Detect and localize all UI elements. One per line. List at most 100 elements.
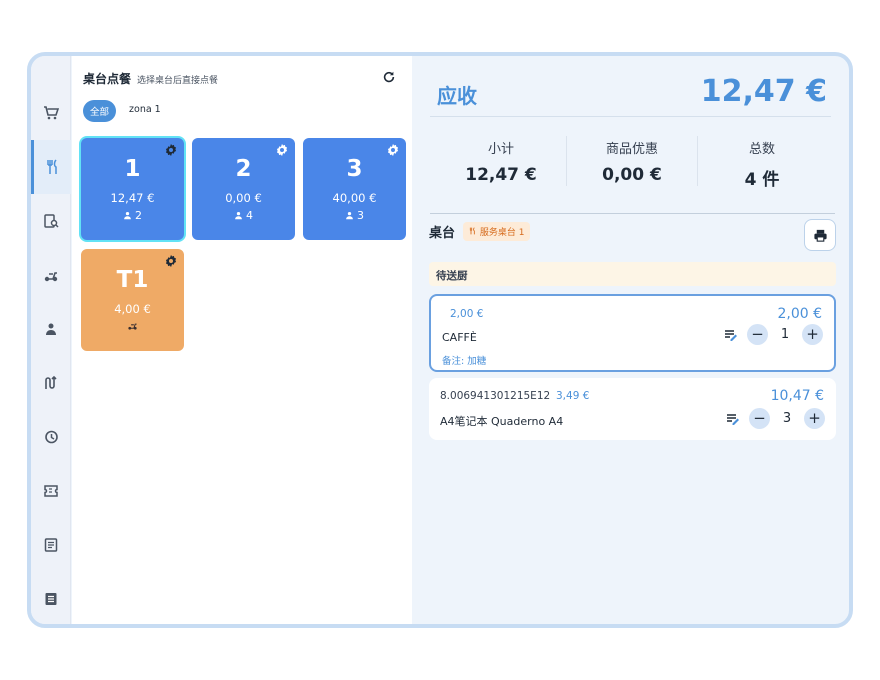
nav-route[interactable] <box>31 356 71 410</box>
table-tile-3[interactable]: 3 40,00 € 3 <box>303 138 406 240</box>
app-frame: 桌台点餐 选择桌台后直接点餐 全部 zona 1 1 12,47 € 2 2 0… <box>27 52 853 628</box>
person-icon <box>235 211 242 220</box>
refresh-icon <box>383 71 395 83</box>
gear-icon[interactable] <box>275 143 289 157</box>
table-amount: 12,47 € <box>110 191 155 205</box>
print-button[interactable] <box>804 219 836 251</box>
table-panel-subtitle: 选择桌台后直接点餐 <box>137 76 219 86</box>
order-item[interactable]: 8.006941301215E12 3,49 € 10,47 € A4笔记本 Q… <box>429 378 836 440</box>
receivable-total: 12,47 € <box>700 74 827 109</box>
filter-chip-all[interactable]: 全部 <box>83 100 117 122</box>
table-guest-count: 4 <box>246 209 253 222</box>
stat-label: 小计 <box>487 142 514 157</box>
table-tag-label: 服务桌台 1 <box>479 228 525 238</box>
table-amount: 0,00 € <box>225 191 262 205</box>
stat-count: 总数 4 件 <box>697 138 827 190</box>
item-code: 8.006941301215E12 <box>440 390 551 402</box>
stat-subtotal: 小计 12,47 € <box>436 138 566 185</box>
nav-list[interactable] <box>31 572 71 624</box>
stat-value: 12,47 € <box>465 165 537 185</box>
table-label: 桌台 <box>429 226 456 241</box>
scooter-icon <box>128 323 137 330</box>
utensils-icon <box>469 227 475 235</box>
gear-icon[interactable] <box>164 254 178 268</box>
table-number: T1 <box>116 267 149 293</box>
printer-icon <box>813 229 827 242</box>
stat-value: 0,00 € <box>602 165 662 185</box>
nav-table-order[interactable] <box>31 140 71 194</box>
table-tile-t1[interactable]: T1 4,00 € <box>81 249 184 351</box>
item-line-total: 2,00 € <box>777 306 822 322</box>
nav-members[interactable] <box>31 302 71 356</box>
table-panel: 桌台点餐 选择桌台后直接点餐 全部 zona 1 1 12,47 € 2 2 0… <box>72 56 412 624</box>
edit-note-icon[interactable] <box>725 411 741 427</box>
table-tile-2[interactable]: 2 0,00 € 4 <box>192 138 295 240</box>
stat-value: 4 件 <box>744 170 780 190</box>
nav-order-search[interactable] <box>31 194 71 248</box>
nav-rail <box>31 56 71 624</box>
person-icon <box>124 211 131 220</box>
nav-tickets[interactable] <box>31 464 71 518</box>
table-panel-title: 桌台点餐 <box>83 72 132 86</box>
stat-discount: 商品优惠 0,00 € <box>567 138 697 185</box>
pending-kitchen-header: 待送厨 <box>429 262 836 286</box>
cart-icon <box>44 106 59 120</box>
item-note: 备注: 加糖 <box>442 356 487 367</box>
gear-icon[interactable] <box>386 143 400 157</box>
utensils-icon <box>46 159 57 174</box>
table-number: 1 <box>124 156 141 182</box>
table-amount: 40,00 € <box>332 191 377 205</box>
list-icon <box>45 593 57 605</box>
table-amount: 4,00 € <box>114 302 151 316</box>
table-number: 2 <box>235 156 252 182</box>
item-unit-price: 3,49 € <box>556 390 590 402</box>
nav-history[interactable] <box>31 410 71 464</box>
edit-note-icon[interactable] <box>723 327 739 343</box>
decrease-quantity-button[interactable]: − <box>747 324 768 345</box>
increase-quantity-button[interactable]: + <box>804 408 825 429</box>
history-icon <box>45 430 58 444</box>
gear-icon[interactable] <box>164 143 178 157</box>
divider <box>430 213 835 214</box>
nav-delivery[interactable] <box>31 248 71 302</box>
item-unit-price: 2,00 € <box>450 308 484 320</box>
order-search-icon <box>44 214 59 228</box>
stat-label: 商品优惠 <box>605 142 658 157</box>
item-name: A4笔记本 Quaderno A4 <box>440 415 564 428</box>
table-guests: 2 <box>81 209 184 222</box>
table-panel-header: 桌台点餐 选择桌台后直接点餐 <box>83 70 218 87</box>
table-number: 3 <box>346 156 363 182</box>
table-guest-count: 3 <box>357 209 364 222</box>
nav-documents[interactable] <box>31 518 71 572</box>
item-line-total: 10,47 € <box>770 388 824 404</box>
divider <box>430 116 831 117</box>
refresh-button[interactable] <box>380 68 398 86</box>
route-icon <box>45 375 57 389</box>
zone-filter: 全部 zona 1 <box>83 100 168 122</box>
table-delivery <box>81 320 184 331</box>
item-name: CAFFÈ <box>442 331 477 344</box>
filter-chip-zona-1[interactable]: zona 1 <box>122 100 168 122</box>
receivable-title: 应收 <box>437 84 477 108</box>
table-tile-1[interactable]: 1 12,47 € 2 <box>81 138 184 240</box>
ticket-icon <box>44 485 58 497</box>
nav-cart[interactable] <box>31 86 71 140</box>
person-icon <box>346 211 353 220</box>
scooter-icon <box>44 272 58 282</box>
item-quantity: 3 <box>782 411 792 426</box>
table-guest-count: 2 <box>135 209 142 222</box>
increase-quantity-button[interactable]: + <box>802 324 823 345</box>
item-quantity: 1 <box>780 327 790 342</box>
table-tag: 服务桌台 1 <box>463 222 531 241</box>
order-panel: 应收 12,47 € 小计 12,47 € 商品优惠 0,00 € 总数 4 件… <box>416 56 849 624</box>
users-icon <box>46 323 56 335</box>
order-item[interactable]: 2,00 € 2,00 € CAFFÈ 备注: 加糖 − 1 + <box>429 294 836 372</box>
stat-label: 总数 <box>748 142 775 157</box>
document-icon <box>44 538 58 552</box>
table-guests: 4 <box>192 209 295 222</box>
decrease-quantity-button[interactable]: − <box>749 408 770 429</box>
table-guests: 3 <box>303 209 406 222</box>
table-info: 桌台 服务桌台 1 <box>429 222 531 241</box>
item-controls: − 3 + <box>725 408 825 429</box>
item-controls: − 1 + <box>723 324 823 345</box>
